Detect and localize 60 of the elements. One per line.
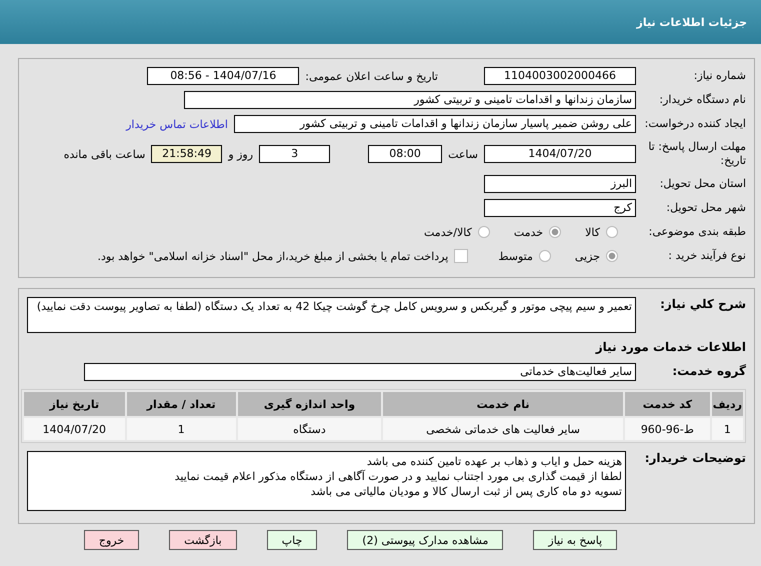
need-number-field: 1104003002000466 xyxy=(484,67,636,85)
radio-button[interactable] xyxy=(606,226,618,238)
remaining-time-field: 21:58:49 xyxy=(151,145,222,163)
table-cell: 1 xyxy=(126,418,236,440)
radio-label: جزیی xyxy=(574,250,600,262)
table-cell: 1 xyxy=(712,418,743,440)
table-cell: دستگاه xyxy=(238,418,382,440)
creator-field: علی روشن ضمیر پاسیار سازمان زندانها و اقدامات تامینی و تربیتی کشور xyxy=(234,115,636,133)
field-label: نام دستگاه خریدار: xyxy=(658,92,746,108)
field-label: نوع فرآیند خرید : xyxy=(667,248,746,264)
action-button[interactable]: چاپ xyxy=(266,530,318,550)
column-header: واحد اندازه گیری xyxy=(238,392,382,416)
days-label: روز و xyxy=(228,148,254,160)
field-label: شهر محل تحویل: xyxy=(665,200,746,216)
city-field: کرج xyxy=(484,199,636,217)
radio-button[interactable] xyxy=(538,250,551,262)
treasury-note: پرداخت تمام یا بخشی از مبلغ خرید،از محل "اسناد خزانه اسلامی" خواهد بود. xyxy=(98,250,448,262)
field-label: گروه خدمت: xyxy=(671,364,746,380)
field-label: ایجاد کننده درخواست: xyxy=(644,116,746,132)
column-header: تعداد / مقدار xyxy=(126,392,236,416)
deadline-date-field: 1404/07/20 xyxy=(484,145,636,163)
buyer-contact-link[interactable]: اطلاعات تماس خریدار xyxy=(126,118,228,130)
column-header: تاریخ نیاز xyxy=(24,392,125,416)
field-label: تاریخ و ساعت اعلان عمومی: xyxy=(305,70,438,82)
buyer-notes-field: هزینه حمل و ایاب و ذهاب بر عهده تامین کننده می باشد لطفا از قیمت گذاری بی مورد اجتناب نمایید و در صورت آگاهی از دستگاه مذکور اعلام قیمت نمایید تسویه دو ماه کاری پس از ثبت ارسال کالا و مودیان مالیاتی می باشد xyxy=(27,451,626,511)
buyer-field: سازمان زندانها و اقدامات تامینی و تربیتی کشور xyxy=(184,91,636,109)
action-button[interactable]: پاسخ به نیاز xyxy=(533,530,618,550)
table-cell: 1404/07/20 xyxy=(24,418,125,440)
field-label: شماره نیاز: xyxy=(692,68,746,84)
table-cell: ط-96-960 xyxy=(624,418,710,440)
service-group-field: سایر فعالیت‌های خدماتی xyxy=(84,363,636,381)
description-field: تعمیر و سیم پیچی موتور و گیربکس و سرویس کامل چرخ گوشت چیکا 42 به تعداد یک دستگاه (لطفا به تصاویر پیوست دقت نمایید) xyxy=(27,297,636,333)
province-field: البرز xyxy=(484,175,636,193)
radio-button[interactable] xyxy=(478,226,490,238)
days-field: 3 xyxy=(259,145,330,163)
radio-label: کالا/خدمت xyxy=(424,226,472,238)
action-button[interactable]: مشاهده مدارک پیوستی (2) xyxy=(347,530,504,550)
remaining-label: ساعت باقی مانده xyxy=(64,148,146,160)
section-heading: اطلاعات خدمات مورد نیاز xyxy=(596,340,746,356)
column-header: ردیف xyxy=(712,392,743,416)
field-label: طبقه بندی موضوعی: xyxy=(648,224,746,240)
checkbox[interactable] xyxy=(454,249,468,263)
field-label: استان محل تحویل: xyxy=(658,176,746,192)
action-button[interactable]: بازگشت xyxy=(169,530,237,550)
announce-date-field: 1404/07/16 - 08:56 xyxy=(147,67,300,85)
window-title: جزئیات اطلاعات نیاز xyxy=(636,16,747,28)
radio-label: متوسط xyxy=(498,250,533,262)
field-label: توضیحات خریدار: xyxy=(644,451,746,467)
radio-button[interactable] xyxy=(606,250,618,262)
deadline-time-field: 08:00 xyxy=(368,145,442,163)
time-label: ساعت xyxy=(448,148,478,160)
radio-label: خدمت xyxy=(514,226,544,238)
table-cell: سایر فعالیت های خدماتی شخصی xyxy=(383,418,623,440)
column-header: نام خدمت xyxy=(383,392,623,416)
column-header: کد خدمت xyxy=(624,392,710,416)
field-label: مهلت ارسال پاسخ: تا تاریخ: xyxy=(647,140,746,168)
action-button[interactable]: خروج xyxy=(84,530,140,550)
radio-button[interactable] xyxy=(549,226,562,238)
field-label: شرح کلي نياز: xyxy=(659,297,746,313)
radio-label: کالا xyxy=(585,226,600,238)
